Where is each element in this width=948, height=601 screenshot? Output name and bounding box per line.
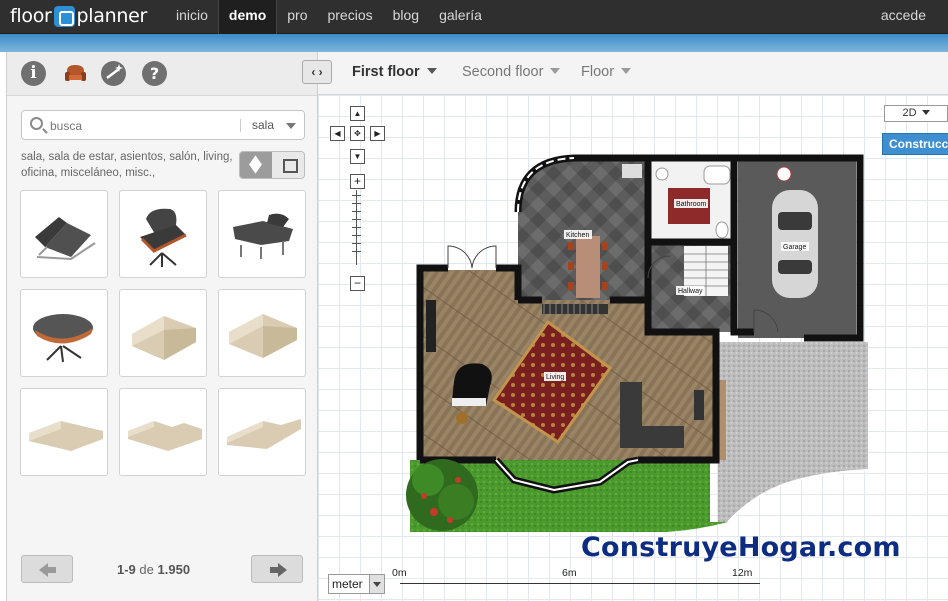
furniture-item-corner-sofa[interactable]	[119, 388, 207, 476]
room-label-bathroom: Bathroom	[676, 201, 707, 208]
pagination: 1-9 de 1.950	[7, 555, 317, 585]
search-category[interactable]: sala	[252, 118, 274, 132]
room-label-kitchen: Kitchen	[566, 232, 589, 239]
zoom-tick	[352, 211, 361, 212]
room-label-garage: Garage	[783, 244, 806, 251]
page-total: 1.950	[157, 562, 191, 577]
floor-plan-drawing[interactable]: Kitchen Bathroom Hallway Garage Living	[398, 150, 868, 570]
chevron-down-icon	[621, 68, 632, 74]
library-panel: i ? sala sala, sala de estar, asientos, …	[6, 52, 318, 601]
nav-precios[interactable]: precios	[317, 0, 382, 34]
arrow-right-icon	[270, 563, 287, 577]
furniture-item-long-sofa[interactable]	[20, 388, 108, 476]
floor-toolbar: ‹ › First floor Second floor Floor	[302, 52, 948, 95]
scale-label-start: 0m	[392, 567, 407, 579]
zoom-tick	[352, 227, 361, 228]
tab-label: First floor	[352, 64, 420, 80]
login-link[interactable]: accede	[881, 0, 926, 31]
pan-up-button[interactable]: ▲	[350, 106, 365, 121]
furniture-item-l-sofa[interactable]	[218, 388, 306, 476]
nav-demo[interactable]: demo	[217, 0, 278, 34]
help-icon[interactable]: ?	[142, 61, 167, 86]
watermark: ConstruyeHogar.com	[581, 532, 901, 563]
prev-page-button[interactable]	[21, 555, 73, 583]
view-mode-select[interactable]: 2D	[884, 105, 948, 122]
zoom-in-button[interactable]: +	[350, 174, 365, 189]
furniture-search[interactable]: sala	[21, 110, 305, 140]
wand-icon[interactable]	[101, 61, 126, 86]
cube-3d-icon[interactable]	[240, 152, 272, 178]
chevron-down-icon	[550, 68, 561, 74]
zoom-tick	[352, 235, 361, 236]
zoom-tick	[352, 243, 361, 244]
construct-button[interactable]: Construcción	[882, 133, 948, 155]
view-mode-label: 2D	[902, 107, 917, 119]
zoom-tick	[352, 195, 361, 196]
pan-right-button[interactable]: ▶	[370, 126, 385, 141]
room-label-living: Living	[546, 374, 564, 381]
furniture-item-ottoman[interactable]	[20, 289, 108, 377]
furniture-icon[interactable]	[63, 61, 88, 86]
tab-floor[interactable]: Floor	[581, 64, 632, 80]
scale-label-end: 12m	[732, 567, 753, 579]
tab-second-floor[interactable]: Second floor	[462, 64, 561, 80]
logo-mark-icon	[53, 5, 75, 27]
search-icon	[30, 117, 43, 130]
tab-label: Floor	[581, 64, 615, 80]
floorplanner-logo[interactable]: floor planner	[10, 3, 147, 29]
page-of: de	[139, 562, 154, 577]
category-tags: sala, sala de estar, asientos, salón, li…	[21, 151, 233, 179]
collapse-panel-button[interactable]: ‹ ›	[302, 60, 332, 84]
arrow-left-icon	[39, 563, 56, 577]
search-divider	[240, 119, 241, 132]
zoom-tick	[352, 219, 361, 220]
square-2d-icon[interactable]	[273, 152, 304, 178]
pan-down-button[interactable]: ▼	[350, 149, 365, 164]
chevron-down-icon[interactable]	[286, 123, 296, 129]
logo-text-left: floor	[10, 5, 52, 27]
room-label-hallway: Hallway	[678, 288, 703, 295]
chevron-down-icon	[369, 575, 384, 593]
info-icon[interactable]: i	[21, 61, 46, 86]
nav-inicio[interactable]: inicio	[166, 0, 218, 34]
view-mode-toggle	[239, 151, 305, 179]
furniture-item-barcelona-chair[interactable]	[20, 190, 108, 278]
pan-left-button[interactable]: ◀	[330, 126, 345, 141]
scale-bar	[400, 583, 760, 584]
zoom-tick	[352, 251, 361, 252]
furniture-item-sofa[interactable]	[218, 289, 306, 377]
page-range: 1-9	[117, 562, 136, 577]
tab-label: Second floor	[462, 64, 544, 80]
next-page-button[interactable]	[251, 555, 303, 583]
floorplan-canvas[interactable]: ▲ ◀ ✥ ▶ ▼ + − 2D Construcción	[318, 95, 948, 601]
zoom-tick	[352, 203, 361, 204]
furniture-item-armchair[interactable]	[119, 289, 207, 377]
nav-pro[interactable]: pro	[277, 0, 317, 34]
page-counter: 1-9 de 1.950	[117, 562, 190, 577]
chevron-down-icon	[426, 68, 437, 74]
main-nav: inicio demo pro precios blog galería	[166, 0, 492, 34]
nav-blog[interactable]: blog	[383, 0, 429, 34]
unit-select[interactable]: meter	[328, 574, 385, 594]
center-view-button[interactable]: ✥	[350, 126, 365, 141]
header-band	[0, 34, 948, 52]
tab-first-floor[interactable]: First floor	[352, 64, 437, 80]
nav-galeria[interactable]: galería	[429, 0, 492, 34]
unit-label: meter	[332, 577, 363, 591]
furniture-item-lounge-chair[interactable]	[119, 190, 207, 278]
top-navigation-bar: floor planner inicio demo pro precios bl…	[0, 0, 948, 34]
chevron-down-icon	[921, 110, 930, 115]
furniture-item-wide-lounge-chair[interactable]	[218, 190, 306, 278]
search-input[interactable]	[50, 117, 230, 134]
logo-text-right: planner	[76, 5, 148, 27]
zoom-out-button[interactable]: −	[350, 276, 365, 291]
scale-label-mid: 6m	[562, 567, 577, 579]
library-toolbar: i ?	[7, 52, 317, 96]
